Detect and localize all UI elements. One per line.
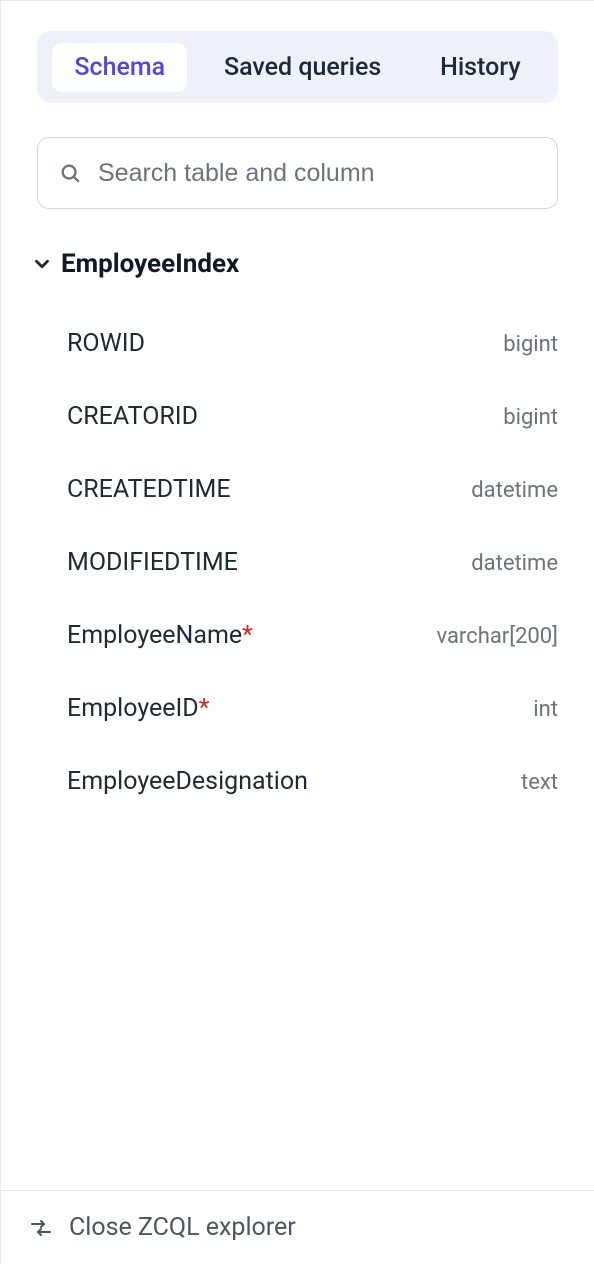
column-name: EmployeeName* xyxy=(67,621,253,650)
column-name: CREATORID xyxy=(67,402,198,431)
column-type: int xyxy=(533,697,558,722)
tab-schema[interactable]: Schema xyxy=(52,43,187,92)
column-type: text xyxy=(521,770,558,795)
column-row: EmployeeID* int xyxy=(67,672,558,745)
column-row: EmployeeName* varchar[200] xyxy=(67,599,558,672)
chevron-down-icon xyxy=(31,253,53,275)
column-type: datetime xyxy=(471,478,558,503)
column-row: ROWID bigint xyxy=(67,307,558,380)
column-name: CREATEDTIME xyxy=(67,475,231,504)
column-type: bigint xyxy=(503,405,558,430)
tab-saved-queries[interactable]: Saved queries xyxy=(202,43,403,92)
column-name: ROWID xyxy=(67,329,145,358)
column-type: datetime xyxy=(471,551,558,576)
table-name: EmployeeIndex xyxy=(61,249,239,279)
column-type: bigint xyxy=(503,332,558,357)
search-icon xyxy=(59,162,81,184)
column-name: EmployeeID* xyxy=(67,694,210,723)
required-indicator: * xyxy=(199,694,210,723)
footer: Close ZCQL explorer xyxy=(1,1190,594,1264)
collapse-icon[interactable] xyxy=(29,1216,53,1240)
column-row: CREATORID bigint xyxy=(67,380,558,453)
column-name: EmployeeDesignation xyxy=(67,767,308,796)
column-row: EmployeeDesignation text xyxy=(67,745,558,818)
columns-list: ROWID bigint CREATORID bigint CREATEDTIM… xyxy=(37,307,558,818)
table-header[interactable]: EmployeeIndex xyxy=(31,249,558,279)
column-name: MODIFIEDTIME xyxy=(67,548,238,577)
tab-history[interactable]: History xyxy=(418,43,543,92)
close-explorer-button[interactable]: Close ZCQL explorer xyxy=(69,1213,296,1242)
column-row: CREATEDTIME datetime xyxy=(67,453,558,526)
search-wrapper xyxy=(37,137,558,209)
column-row: MODIFIEDTIME datetime xyxy=(67,526,558,599)
tabs-container: Schema Saved queries History xyxy=(37,31,558,103)
required-indicator: * xyxy=(242,621,253,650)
search-input[interactable] xyxy=(37,137,558,209)
column-type: varchar[200] xyxy=(436,624,558,649)
